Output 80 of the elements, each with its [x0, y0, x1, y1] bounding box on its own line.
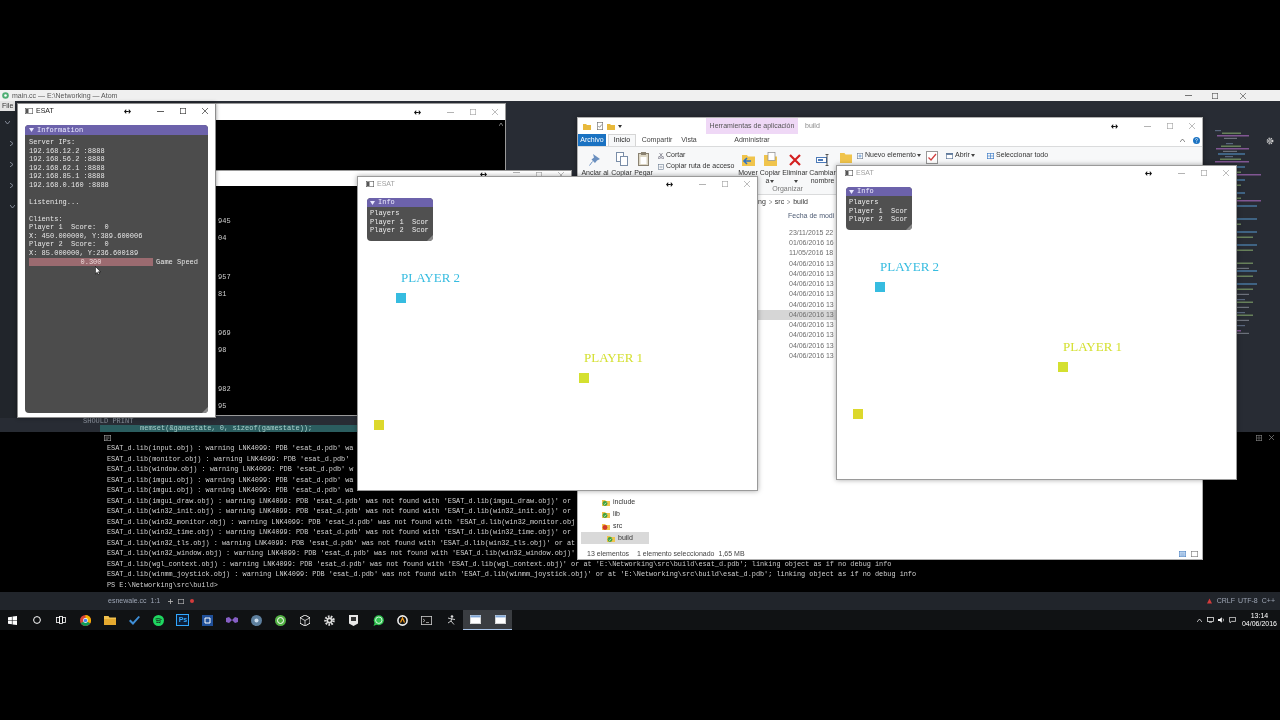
folder-arrow-icon: [741, 152, 755, 166]
infinity-logo-icon: [225, 615, 238, 625]
close-icon[interactable]: [1240, 92, 1246, 99]
rename-icon: [815, 154, 830, 166]
caret-down-icon: [793, 179, 798, 183]
double-arrow-icon[interactable]: [413, 109, 421, 115]
square-logo-icon: [201, 614, 213, 626]
copy-icon: [615, 152, 628, 166]
pin-icon: [589, 153, 601, 166]
folder-icon: [103, 615, 116, 625]
caret-down-icon: [770, 179, 775, 183]
double-arrow-icon[interactable]: [1144, 170, 1152, 176]
resize-grip-icon: [906, 224, 912, 230]
terminal-icon: [421, 615, 433, 625]
maximize-icon[interactable]: [179, 108, 186, 114]
double-arrow-icon[interactable]: [665, 181, 673, 187]
terminal-icon[interactable]: [178, 598, 185, 604]
open-icon: [946, 152, 953, 159]
help-icon[interactable]: [1192, 136, 1200, 144]
plus-icon[interactable]: [168, 598, 174, 604]
player-label: PLAYER 2: [880, 260, 940, 273]
status-dot-icon: [190, 599, 195, 603]
start-icon: [7, 615, 17, 625]
clipboard-icon: [638, 152, 649, 166]
badge-logo-icon: [349, 614, 359, 626]
caret-down-icon: [970, 154, 975, 157]
maximize-icon[interactable]: [1212, 92, 1218, 99]
ring-logo-icon: [396, 614, 408, 626]
scroll-up-icon[interactable]: [499, 123, 503, 126]
close-icon[interactable]: [1269, 435, 1274, 440]
check-document-icon[interactable]: [597, 122, 603, 130]
window-icon: [494, 615, 506, 624]
select-all-icon: [987, 152, 994, 159]
window-icon: [25, 108, 33, 114]
taskbar-button[interactable]: [463, 610, 488, 630]
task-view-icon: [55, 616, 66, 624]
resize-grip-icon: [202, 407, 208, 413]
double-arrow-icon[interactable]: [479, 172, 487, 177]
panel-icon[interactable]: [1256, 434, 1262, 441]
scissors-icon: [658, 152, 664, 159]
delete-icon: [789, 154, 801, 166]
player-label: PLAYER 1: [584, 351, 644, 364]
gear-icon: [323, 614, 335, 626]
chevron-right-icon: [768, 200, 772, 204]
cube-logo-icon: [299, 614, 310, 626]
player-label: PLAYER 2: [401, 271, 461, 284]
chevron-right-icon: [787, 200, 791, 204]
double-arrow-icon[interactable]: [1110, 123, 1118, 129]
folder-copy-icon: [763, 152, 777, 166]
notification-icon[interactable]: [1228, 617, 1236, 623]
sphere-logo-icon: [275, 614, 286, 626]
minimize-icon[interactable]: [156, 110, 164, 112]
resize-grip-icon: [427, 235, 433, 241]
terminal-icon: [104, 434, 111, 441]
gear-icon: [1266, 137, 1274, 145]
player-label: PLAYER 1: [1063, 340, 1123, 353]
disc-icon: [250, 614, 262, 626]
folder-icon: [840, 151, 852, 163]
bug-icon: [1206, 598, 1212, 604]
window-icon: [845, 170, 853, 176]
app-logo-icon: [2, 92, 9, 99]
window-icon: [366, 181, 374, 187]
caret-down-icon: [917, 154, 921, 157]
figure-icon: [445, 615, 457, 625]
chat-bubble-icon: [372, 614, 384, 626]
window-icon: [470, 615, 482, 624]
check-logo-icon: [128, 615, 140, 625]
double-arrow-icon[interactable]: [123, 108, 131, 114]
document-icon: [658, 163, 664, 170]
circle-logo-icon: [79, 614, 91, 626]
search-icon: [32, 616, 41, 624]
tiles-view-icon[interactable]: [1191, 551, 1198, 557]
taskbar-button[interactable]: [487, 610, 513, 630]
network-icon[interactable]: [1206, 617, 1214, 623]
new-item-icon: [857, 152, 863, 159]
close-icon[interactable]: [201, 108, 208, 114]
caret-down-icon[interactable]: [618, 124, 622, 128]
volume-icon[interactable]: [1217, 617, 1225, 623]
mouse-cursor-icon: [95, 266, 101, 275]
sound-waves-icon: [153, 614, 165, 626]
